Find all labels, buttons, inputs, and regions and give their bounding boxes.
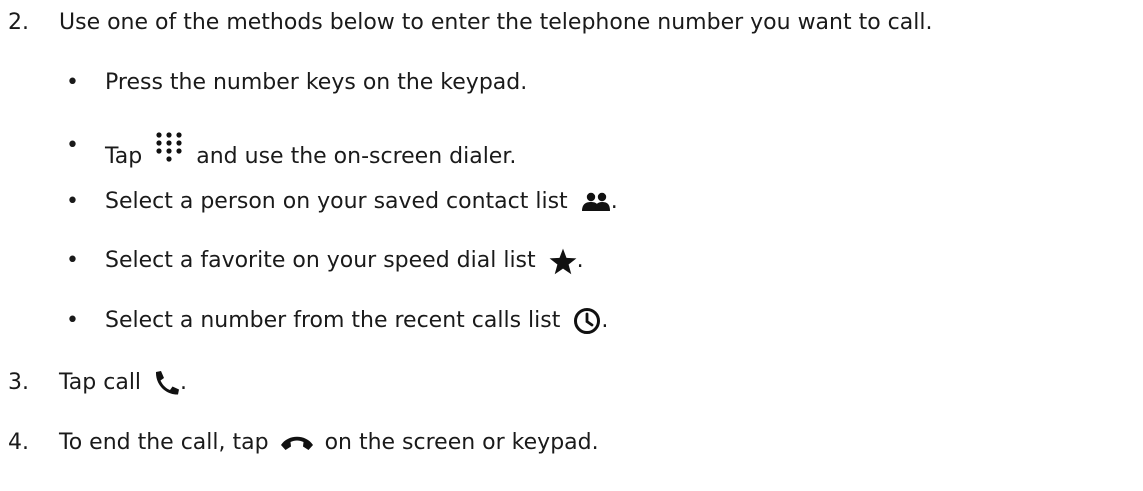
step-text-before: Tap call (59, 370, 142, 395)
step-number: 3. (8, 370, 29, 395)
step-text-after: . (180, 370, 188, 395)
bullet-text-after: . (576, 248, 584, 273)
bullet-dot: • (66, 308, 79, 333)
star-icon (549, 248, 577, 275)
bullet-text-before: Select a number from the recent calls li… (105, 308, 561, 333)
dialpad-icon (155, 131, 183, 165)
bullet-dot: • (66, 133, 79, 158)
bullet-dot: • (66, 189, 79, 214)
bullet-text-after: . (601, 308, 609, 333)
bullet-dot: • (66, 70, 79, 95)
bullet-text-after: and use the on-screen dialer. (196, 144, 517, 169)
step-text-after: on the screen or keypad. (324, 430, 599, 455)
bullet-dot: • (66, 248, 79, 273)
phone-icon (152, 370, 180, 396)
bullet-text-before: Select a person on your saved contact li… (105, 189, 568, 214)
bullet-text-before: Tap (105, 144, 143, 169)
step-number: 4. (8, 430, 29, 455)
bullet-text-before: Select a favorite on your speed dial lis… (105, 248, 536, 273)
step-text: Use one of the methods below to enter th… (59, 10, 933, 35)
contacts-icon (581, 192, 611, 212)
step-text-before: To end the call, tap (59, 430, 269, 455)
clock-icon (573, 307, 601, 335)
end-call-icon (280, 435, 314, 451)
bullet-text: Press the number keys on the keypad. (105, 70, 528, 95)
bullet-text-after: . (610, 189, 618, 214)
step-number: 2. (8, 10, 29, 35)
